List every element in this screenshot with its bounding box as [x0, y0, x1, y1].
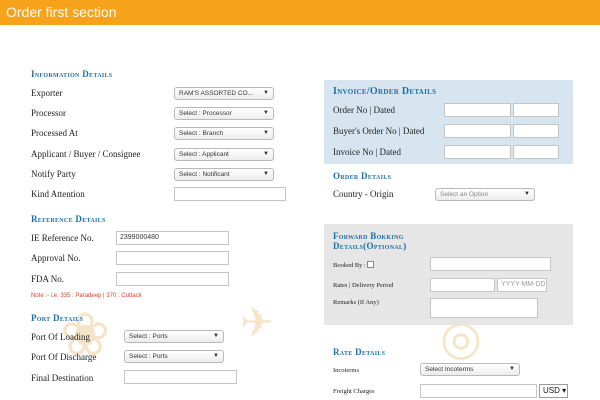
caret-down-icon: ▼: [263, 151, 269, 157]
port-of-loading-label: Port Of Loading: [31, 332, 90, 342]
processed-at-select[interactable]: Select : Branch ▼: [174, 127, 274, 140]
page-header: Order first section: [0, 0, 600, 25]
processor-label: Processor: [31, 108, 66, 118]
final-destination-input[interactable]: [124, 370, 237, 384]
rates-delivery-label: Rates | Delivery Period: [333, 282, 394, 289]
caret-down-icon: ▼: [263, 130, 269, 136]
ie-reference-label: IE Reference No.: [31, 233, 94, 243]
approval-no-label: Approval No.: [31, 253, 81, 263]
final-destination-label: Final Destination: [31, 373, 94, 383]
invoice-no-input[interactable]: [444, 145, 511, 159]
kind-attention-label: Kind Attention: [31, 189, 85, 199]
booked-by-checkbox[interactable]: [367, 261, 374, 268]
order-dated-input[interactable]: [513, 103, 559, 117]
buyers-order-dated-input[interactable]: [513, 124, 559, 138]
freight-charges-input[interactable]: [420, 384, 537, 398]
notify-party-select[interactable]: Select : Notificant ▼: [174, 168, 274, 181]
exporter-label: Exporter: [31, 88, 63, 98]
caret-down-icon: ▼: [524, 191, 530, 197]
caret-down-icon: ▼: [213, 333, 219, 339]
notify-party-label: Notify Party: [31, 169, 76, 179]
forward-booking-title-line2: Details(Optional): [333, 241, 407, 251]
fda-no-input[interactable]: [116, 272, 229, 286]
order-no-label: Order No | Dated: [333, 105, 396, 115]
currency-select[interactable]: USD ▾: [539, 384, 568, 398]
order-details-title: Order Details: [333, 171, 392, 181]
order-no-input[interactable]: [444, 103, 511, 117]
port-of-discharge-label: Port Of Discharge: [31, 352, 97, 362]
processed-at-label: Processed At: [31, 128, 78, 138]
invoice-order-title: Invoice/Order Details: [333, 86, 437, 97]
booked-by-label: Booked By :: [333, 262, 366, 269]
forward-booking-title-line1: Forward Bokking: [333, 231, 404, 241]
approval-no-input[interactable]: [116, 251, 229, 265]
country-origin-select[interactable]: Select an Option ▼: [435, 188, 535, 201]
port-details-title: Port Details: [31, 313, 84, 323]
caret-down-icon: ▼: [509, 366, 515, 372]
incoterms-label: Incoterms: [333, 367, 359, 374]
remarks-label: Remarks (If Any): [333, 299, 379, 306]
delivery-date-input[interactable]: YYYY-MM-DD: [497, 278, 547, 292]
caret-down-icon: ▼: [263, 110, 269, 116]
invoice-no-label: Invoice No | Dated: [333, 147, 402, 157]
rate-details-title: Rate Details: [333, 347, 386, 357]
country-origin-label: Country - Origin: [333, 189, 394, 199]
ie-reference-input[interactable]: 2399000480: [116, 231, 229, 245]
caret-down-icon: ▼: [263, 171, 269, 177]
background-watermark: ✈: [240, 301, 274, 345]
processor-select[interactable]: Select : Processor ▼: [174, 107, 274, 120]
exporter-select[interactable]: RAM'S ASSORTED CO... ▼: [174, 87, 274, 100]
reference-details-title: Reference Details: [31, 214, 106, 224]
port-of-discharge-select[interactable]: Select : Ports ▼: [124, 350, 224, 363]
invoice-dated-input[interactable]: [513, 145, 559, 159]
caret-down-icon: ▼: [263, 90, 269, 96]
buyers-order-no-input[interactable]: [444, 124, 511, 138]
applicant-select[interactable]: Select : Applicant ▼: [174, 148, 274, 161]
buyers-order-label: Buyer's Order No | Dated: [333, 126, 425, 136]
applicant-label: Applicant / Buyer / Consignee: [31, 149, 141, 159]
caret-down-icon: ▼: [213, 353, 219, 359]
port-of-loading-select[interactable]: Select : Ports ▼: [124, 330, 224, 343]
kind-attention-input[interactable]: [174, 187, 286, 201]
booked-by-input[interactable]: [430, 257, 551, 271]
rates-input[interactable]: [430, 278, 495, 292]
freight-charges-label: Freight Charges: [333, 388, 375, 395]
information-details-title: Information Details: [31, 69, 113, 79]
incoterms-select[interactable]: Select Incoterms ▼: [420, 363, 520, 376]
port-code-note: Note :- i.e. 335 : Paradeep | 370 : Cutt…: [31, 293, 142, 299]
remarks-textarea[interactable]: [430, 298, 538, 318]
fda-no-label: FDA No.: [31, 274, 65, 284]
